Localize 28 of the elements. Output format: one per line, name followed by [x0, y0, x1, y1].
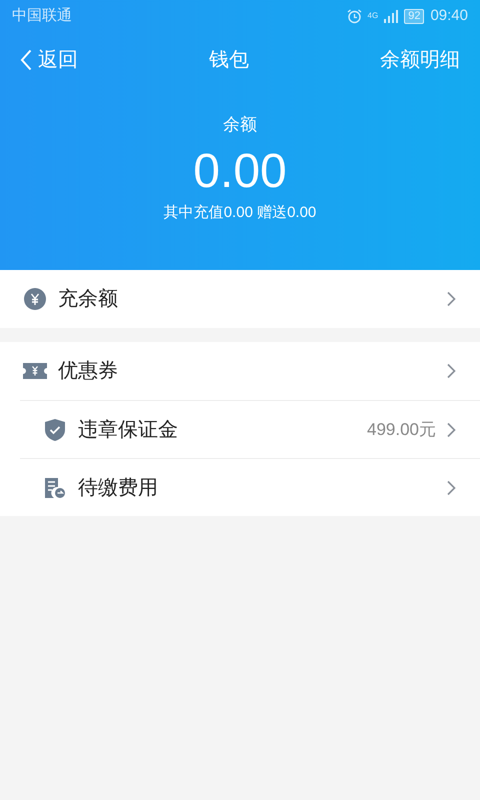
- menu-item[interactable]: 优惠券: [0, 342, 480, 400]
- chevron-right-icon: [446, 291, 456, 307]
- signal-icon: [384, 10, 398, 22]
- carrier-text: 中国联通: [12, 6, 72, 26]
- bill-icon: [44, 476, 66, 498]
- menu-item[interactable]: 充余额: [0, 270, 480, 328]
- menu-item-value: 499.00元: [367, 418, 436, 441]
- alarm-clock-icon: [346, 8, 362, 24]
- battery-indicator: 92: [404, 8, 424, 24]
- menu-item-label: 优惠券: [58, 359, 118, 384]
- page-title: 钱包: [209, 48, 249, 73]
- balance-label: 余额: [223, 114, 257, 136]
- chevron-right-icon: [446, 363, 456, 379]
- menu-item[interactable]: 违章保证金 499.00元: [20, 400, 480, 458]
- menu-item-label: 充余额: [58, 287, 118, 312]
- menu-item[interactable]: 待缴费用: [20, 458, 480, 516]
- clock-text: 09:40: [430, 6, 468, 26]
- shield-check-icon: [45, 418, 65, 440]
- menu-item-label: 违章保证金: [78, 418, 178, 442]
- chevron-right-icon: [446, 480, 456, 496]
- chevron-left-icon: [20, 49, 32, 71]
- menu-item-label: 待缴费用: [78, 476, 158, 500]
- ticket-icon: [23, 363, 47, 379]
- yen-coin-icon: [24, 288, 46, 310]
- balance-amount: 0.00: [193, 144, 287, 200]
- network-type-text: 4G: [368, 12, 378, 20]
- balance-breakdown: 其中充值0.00 赠送0.00: [164, 202, 316, 222]
- chevron-right-icon: [446, 422, 456, 438]
